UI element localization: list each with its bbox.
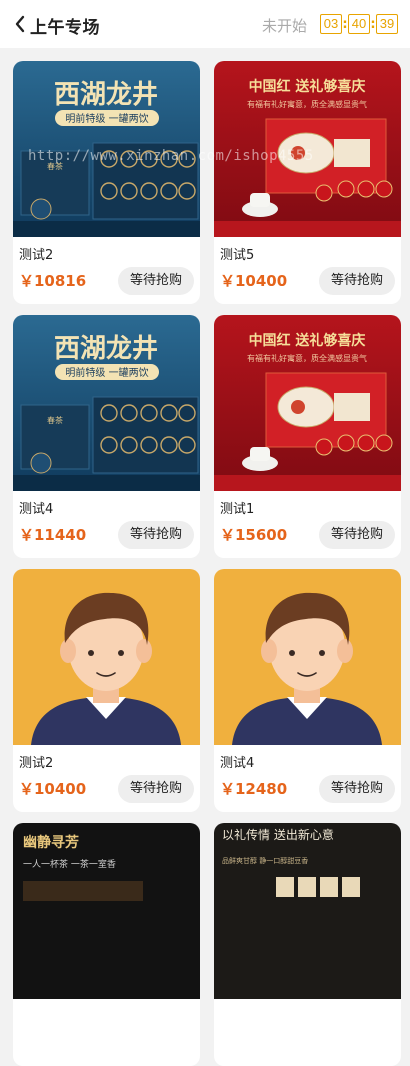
svg-text:有福有礼好寓意，质全满感显贵气: 有福有礼好寓意，质全满感显贵气 xyxy=(247,353,367,363)
back-button[interactable] xyxy=(12,14,28,34)
svg-text:春茶: 春茶 xyxy=(47,415,63,425)
product-price: ￥10400 xyxy=(220,272,288,290)
product-price: ￥10400 xyxy=(19,780,87,798)
product-price: ￥12480 xyxy=(220,780,288,798)
svg-text:西湖龙井: 西湖龙井 xyxy=(54,334,158,364)
product-name: 测试2 xyxy=(19,756,54,771)
product-image-tea: 西湖龙井 明前特级 一罐两饮 春茶 xyxy=(13,315,200,491)
product-price: ￥11440 xyxy=(19,526,87,544)
svg-text:明前特级 一罐两饮: 明前特级 一罐两饮 xyxy=(65,112,148,125)
svg-text:一人一杯茶 一茶一室香: 一人一杯茶 一茶一室香 xyxy=(23,858,116,870)
product-name: 测试5 xyxy=(220,248,255,263)
svg-text:品鲜爽甘醇 静一口醇甜豆香: 品鲜爽甘醇 静一口醇甜豆香 xyxy=(222,856,308,865)
wait-purchase-button[interactable]: 等待抢购 xyxy=(319,267,395,295)
wait-purchase-button[interactable]: 等待抢购 xyxy=(319,521,395,549)
product-price: ￥15600 xyxy=(220,526,288,544)
session-status: 未开始 xyxy=(262,17,308,35)
product-name: 测试2 xyxy=(19,248,54,263)
product-card[interactable]: 中国红 送礼够喜庆 有福有礼好寓意，质全满感显贵气 测试5 ￥10400 等待抢… xyxy=(214,61,401,304)
product-card[interactable]: 中国红 送礼够喜庆 有福有礼好寓意，质全满感显贵气 测试1 ￥15600 等待抢… xyxy=(214,315,401,558)
product-card[interactable]: 测试2 ￥10400 等待抢购 xyxy=(13,569,200,812)
svg-text:有福有礼好寓意，质全满感显贵气: 有福有礼好寓意，质全满感显贵气 xyxy=(247,99,367,109)
product-card[interactable]: 幽静寻芳 一人一杯茶 一茶一室香 xyxy=(13,823,200,1066)
product-card[interactable]: 测试4 ￥12480 等待抢购 xyxy=(214,569,401,812)
avatar-placeholder-image xyxy=(13,569,200,745)
product-card[interactable]: 西湖龙井 明前特级 一罐两饮 春茶 测试2 ￥10816 等待抢购 xyxy=(13,61,200,304)
svg-text:中国红 送礼够喜庆: 中国红 送礼够喜庆 xyxy=(249,332,366,349)
chevron-left-icon xyxy=(15,15,25,33)
wait-purchase-button[interactable]: 等待抢购 xyxy=(118,267,194,295)
product-card[interactable]: 以礼传情 送出新心意 品鲜爽甘醇 静一口醇甜豆香 xyxy=(214,823,401,1066)
countdown-hours: 03 xyxy=(320,14,342,34)
countdown-timer: 03 : 40 : 39 xyxy=(320,14,398,34)
product-image-gift-box: 中国红 送礼够喜庆 有福有礼好寓意，质全满感显贵气 xyxy=(214,315,401,491)
product-name: 测试1 xyxy=(220,502,255,517)
svg-text:幽静寻芳: 幽静寻芳 xyxy=(23,834,79,851)
product-price: ￥10816 xyxy=(19,272,87,290)
avatar-placeholder-image xyxy=(214,569,401,745)
header-bar: 上午专场 未开始 03 : 40 : 39 xyxy=(0,0,410,48)
product-card[interactable]: 西湖龙井 明前特级 一罐两饮 春茶 测试4 ￥11440 等待抢购 xyxy=(13,315,200,558)
product-image-dark-tea: 幽静寻芳 一人一杯茶 一茶一室香 xyxy=(13,823,200,999)
svg-text:以礼传情 送出新心意: 以礼传情 送出新心意 xyxy=(222,827,334,842)
countdown-minutes: 40 xyxy=(348,14,370,34)
watermark-text: http://www.xinzhan.com/ishop4555 xyxy=(28,148,314,164)
page-title: 上午专场 xyxy=(30,18,100,38)
product-image-gift-tea: 以礼传情 送出新心意 品鲜爽甘醇 静一口醇甜豆香 xyxy=(214,823,401,999)
countdown-seconds: 39 xyxy=(376,14,398,34)
svg-text:西湖龙井: 西湖龙井 xyxy=(54,80,158,110)
svg-text:中国红 送礼够喜庆: 中国红 送礼够喜庆 xyxy=(249,78,366,95)
wait-purchase-button[interactable]: 等待抢购 xyxy=(118,521,194,549)
product-name: 测试4 xyxy=(220,756,255,771)
wait-purchase-button[interactable]: 等待抢购 xyxy=(118,775,194,803)
product-name: 测试4 xyxy=(19,502,54,517)
svg-text:明前特级 一罐两饮: 明前特级 一罐两饮 xyxy=(65,366,148,379)
wait-purchase-button[interactable]: 等待抢购 xyxy=(319,775,395,803)
